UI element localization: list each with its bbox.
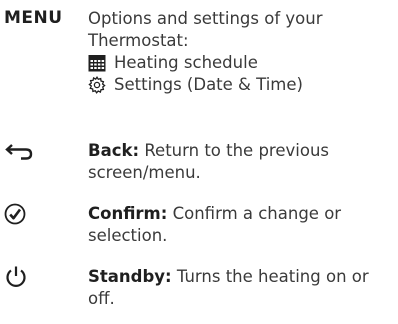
menu-description: Options and settings of your Thermostat:…: [88, 8, 393, 96]
power-icon: [6, 266, 26, 287]
calendar-icon: [88, 54, 106, 71]
menu-description-text: Options and settings of your Thermostat:: [88, 9, 323, 50]
menu-key-label: MENU: [4, 8, 63, 28]
standby-description: Standby: Turns the heating on or off.: [88, 266, 393, 310]
confirm-description: Confirm: Confirm a change or selection.: [88, 203, 393, 247]
menu-item-settings: Settings (Date & Time): [88, 74, 393, 96]
menu-item-label: Heating schedule: [114, 53, 258, 72]
menu-item-label: Settings (Date & Time): [114, 75, 303, 94]
checkmark-circle-icon: [4, 203, 26, 225]
menu-item-heating-schedule: Heating schedule: [88, 52, 393, 74]
confirm-title: Confirm:: [88, 204, 168, 223]
gear-icon: [88, 76, 106, 94]
standby-title: Standby:: [88, 267, 172, 286]
back-title: Back:: [88, 141, 140, 160]
back-description: Back: Return to the previous screen/menu…: [88, 140, 393, 184]
back-arrow-icon: [5, 144, 33, 160]
